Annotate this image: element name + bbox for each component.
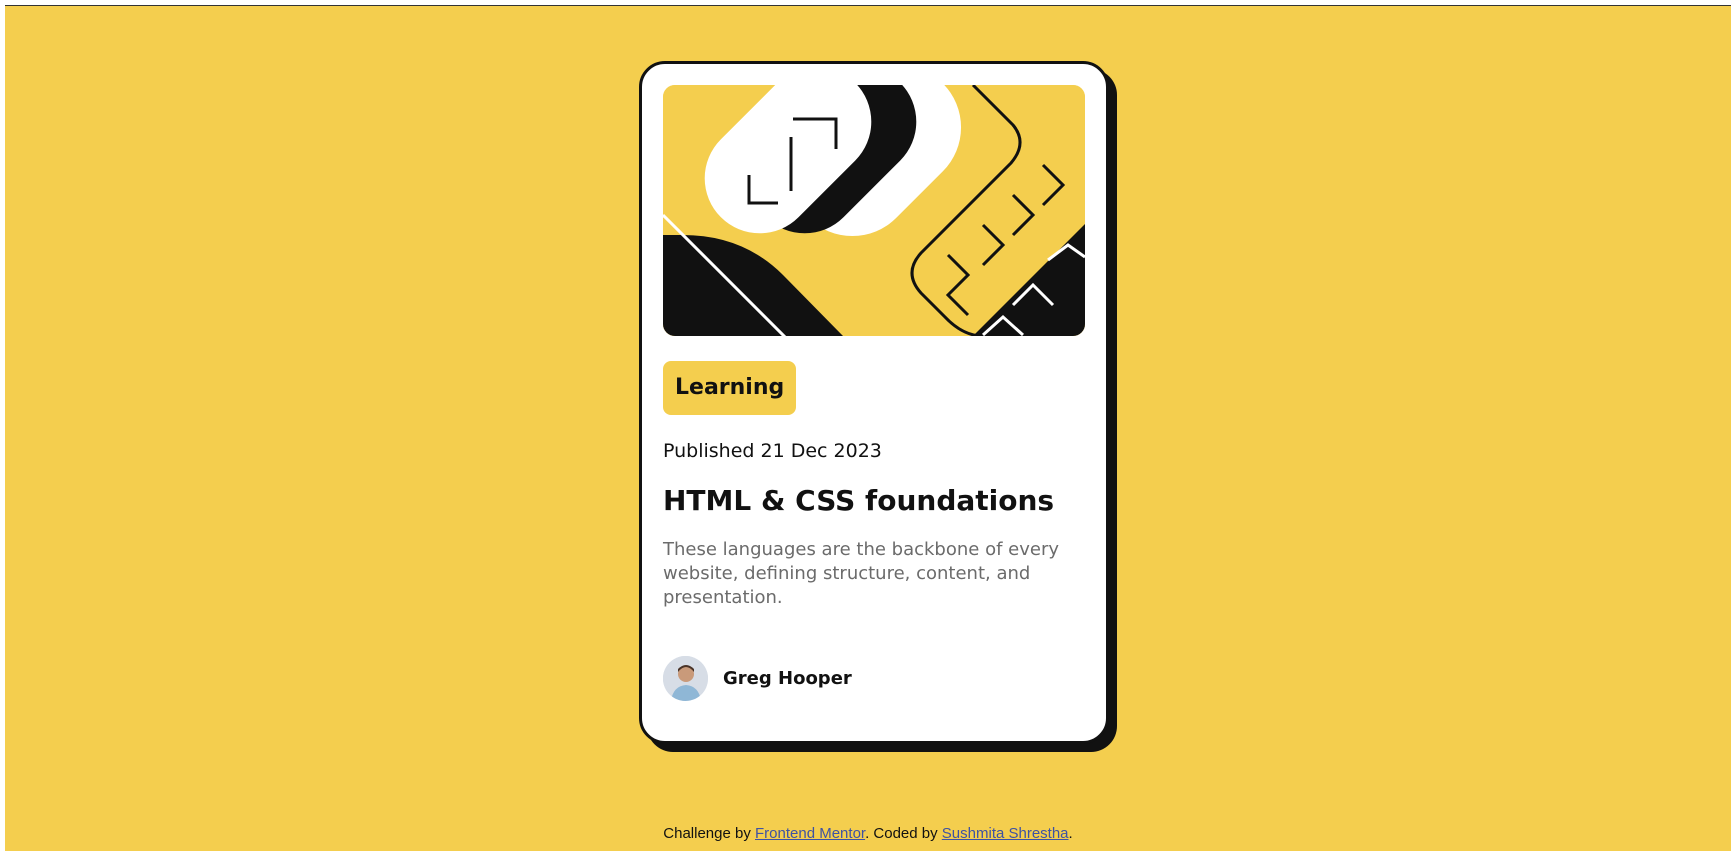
author-name: Greg Hooper xyxy=(723,668,852,689)
page-background: Learning Published 21 Dec 2023 HTML & CS… xyxy=(5,5,1731,851)
category-tag: Learning xyxy=(663,361,797,415)
blog-card-wrapper: Learning Published 21 Dec 2023 HTML & CS… xyxy=(639,61,1117,752)
avatar xyxy=(663,656,708,701)
footer-suffix: . xyxy=(1068,825,1073,842)
card-description: These languages are the backbone of ever… xyxy=(663,539,1059,608)
attribution-footer: Challenge by Frontend Mentor. Coded by S… xyxy=(5,825,1731,842)
author-link[interactable]: Sushmita Shrestha xyxy=(942,825,1069,842)
published-date: Published 21 Dec 2023 xyxy=(663,440,882,462)
blog-card: Learning Published 21 Dec 2023 HTML & CS… xyxy=(639,61,1109,744)
author-block: Greg Hooper xyxy=(663,656,852,701)
footer-prefix: Challenge by xyxy=(663,825,756,842)
frontend-mentor-link[interactable]: Frontend Mentor xyxy=(755,825,865,842)
footer-middle: . Coded by xyxy=(865,825,942,842)
card-title[interactable]: HTML & CSS foundations xyxy=(663,484,1054,517)
hero-illustration xyxy=(663,85,1085,336)
